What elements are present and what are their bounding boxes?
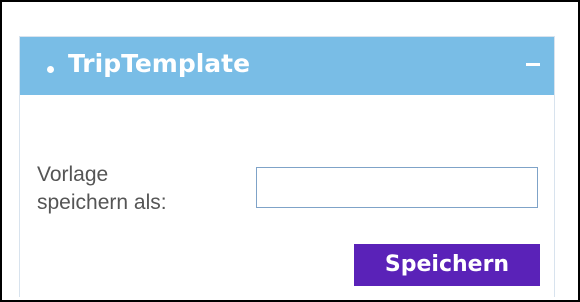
- minus-icon: [526, 63, 540, 66]
- panel-header: TripTemplate: [20, 37, 554, 95]
- save-button[interactable]: Speichern: [354, 244, 540, 286]
- window-frame: TripTemplate Vorlage speichern als: Spei…: [0, 0, 580, 302]
- template-name-input[interactable]: [256, 167, 538, 208]
- trip-template-panel: TripTemplate Vorlage speichern als: Spei…: [19, 36, 555, 297]
- panel-title: TripTemplate: [68, 49, 251, 78]
- bullet-icon: [47, 66, 54, 73]
- collapse-button[interactable]: [518, 51, 546, 79]
- save-as-label: Vorlage speichern als:: [37, 163, 167, 214]
